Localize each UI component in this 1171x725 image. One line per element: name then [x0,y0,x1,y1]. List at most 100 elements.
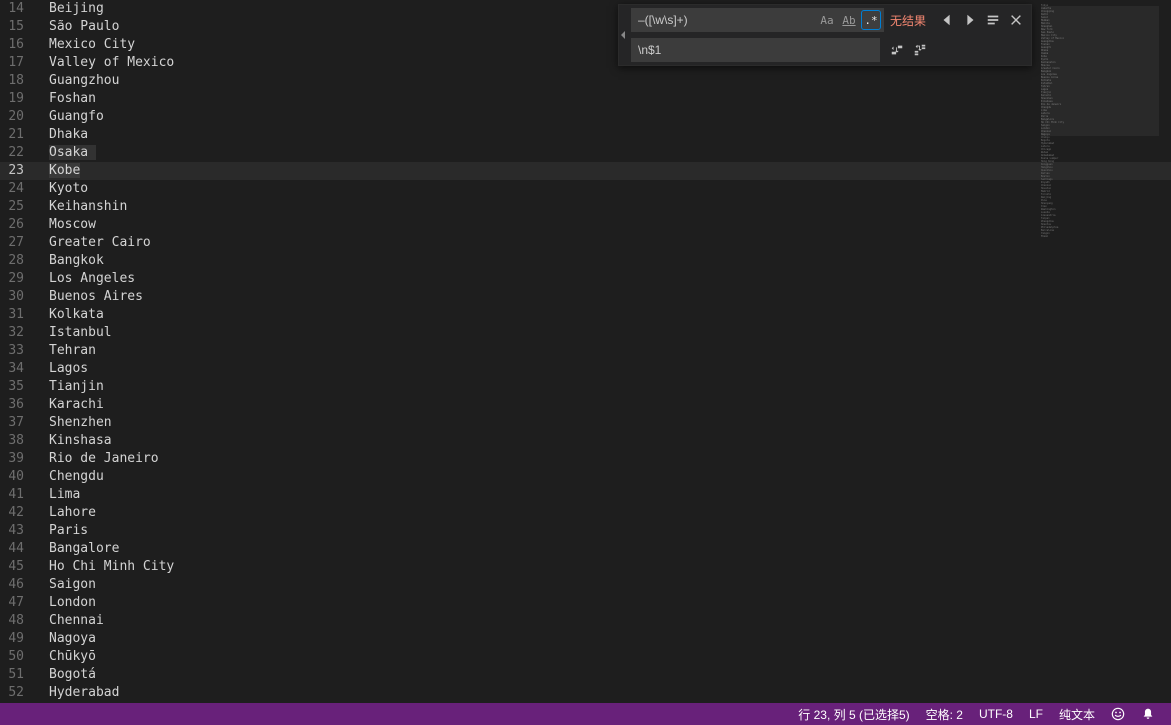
line-content: Buenos Aires [38,288,143,306]
editor-line[interactable]: 41Lima [0,486,1171,504]
editor-line[interactable]: 39Rio de Janeiro [0,450,1171,468]
editor-line[interactable]: 52Hyderabad [0,684,1171,702]
editor-line[interactable]: 43Paris [0,522,1171,540]
widget-resize-sash[interactable] [619,5,627,65]
editor-line[interactable]: 50Chūkyō [0,648,1171,666]
editor-line[interactable]: 40Chengdu [0,468,1171,486]
notifications-icon[interactable] [1133,707,1163,721]
line-content: Tehran [38,342,96,360]
line-number: 34 [0,360,38,378]
editor-line[interactable]: 18Guangzhou [0,72,1171,90]
status-encoding[interactable]: UTF-8 [971,707,1021,721]
line-content: London [38,594,96,612]
editor-area[interactable]: 14Beijing15São Paulo16Mexico City17Valle… [0,0,1171,703]
line-number: 18 [0,72,38,90]
editor-line[interactable]: 32Istanbul [0,324,1171,342]
editor-line[interactable]: 51Bogotá [0,666,1171,684]
line-number: 46 [0,576,38,594]
next-match-button[interactable] [959,9,981,31]
use-regex-toggle[interactable]: .* [861,10,881,30]
line-content: Bangkok [38,252,104,270]
line-number: 24 [0,180,38,198]
line-content: Rio de Janeiro [38,450,159,468]
line-content: Los Angeles [38,270,135,288]
editor-line[interactable]: 19Foshan [0,90,1171,108]
editor-line[interactable]: 48Chennai [0,612,1171,630]
line-number: 33 [0,342,38,360]
previous-match-button[interactable] [936,9,958,31]
line-number: 20 [0,108,38,126]
line-number: 15 [0,18,38,36]
editor-line[interactable]: 45Ho Chi Minh City [0,558,1171,576]
editor-line[interactable]: 21Dhaka [0,126,1171,144]
line-number: 40 [0,468,38,486]
line-content: Chūkyō [38,648,96,666]
feedback-icon[interactable] [1103,707,1133,721]
editor-line[interactable]: 38Kinshasa [0,432,1171,450]
status-language[interactable]: 纯文本 [1051,706,1103,723]
line-number: 36 [0,396,38,414]
line-content: Lima [38,486,80,504]
line-content: Kolkata [38,306,104,324]
status-indent[interactable]: 空格: 2 [918,706,971,723]
status-bar: 行 23, 列 5 (已选择5) 空格: 2 UTF-8 LF 纯文本 [0,703,1171,725]
editor-line[interactable]: 25Keihanshin [0,198,1171,216]
line-number: 44 [0,540,38,558]
line-number: 49 [0,630,38,648]
line-content: Chengdu [38,468,104,486]
editor-line[interactable]: 37Shenzhen [0,414,1171,432]
line-content: Saigon [38,576,96,594]
editor-line[interactable]: 49Nagoya [0,630,1171,648]
editor-line[interactable]: 42Lahore [0,504,1171,522]
line-content: Paris [38,522,88,540]
editor-line[interactable]: 31Kolkata [0,306,1171,324]
editor-line[interactable]: 28Bangkok [0,252,1171,270]
status-eol[interactable]: LF [1021,707,1051,721]
line-number: 14 [0,0,38,18]
line-content: Karachi [38,396,104,414]
editor-line[interactable]: 36Karachi [0,396,1171,414]
replace-input[interactable] [631,38,880,62]
find-input[interactable] [632,10,815,30]
editor-line[interactable]: 20Guangfo [0,108,1171,126]
line-number: 27 [0,234,38,252]
editor-line[interactable]: 44Bangalore [0,540,1171,558]
line-number: 26 [0,216,38,234]
line-number: 37 [0,414,38,432]
editor-line[interactable]: 24Kyoto [0,180,1171,198]
line-number: 52 [0,684,38,702]
line-content: São Paulo [38,18,119,36]
line-content: Ho Chi Minh City [38,558,174,576]
line-number: 38 [0,432,38,450]
line-number: 42 [0,504,38,522]
editor-line[interactable]: 47London [0,594,1171,612]
replace-all-button[interactable] [909,39,931,61]
editor-line[interactable]: 35Tianjin [0,378,1171,396]
editor-line[interactable]: 26Moscow [0,216,1171,234]
match-case-toggle[interactable]: Aa [817,10,837,30]
line-content: Moscow [38,216,96,234]
replace-one-button[interactable] [886,39,908,61]
line-content: Valley of Mexico [38,54,174,72]
line-content: Shenzhen [38,414,112,432]
line-content: Mexico City [38,36,135,54]
find-in-selection-button[interactable] [982,9,1004,31]
match-whole-word-toggle[interactable]: Ab [839,10,859,30]
editor-line[interactable]: 33Tehran [0,342,1171,360]
line-number: 23 [0,162,38,180]
editor-line[interactable]: 22Osaka [0,144,1171,162]
line-content: Osaka [38,144,96,162]
line-content: Keihanshin [38,198,127,216]
status-ln-col[interactable]: 行 23, 列 5 (已选择5) [790,706,917,723]
editor-line[interactable]: 34Lagos [0,360,1171,378]
close-find-button[interactable] [1005,9,1027,31]
line-number: 16 [0,36,38,54]
editor-line[interactable]: 27Greater Cairo [0,234,1171,252]
editor-line[interactable]: 46Saigon [0,576,1171,594]
editor-line[interactable]: 23Kobe [0,162,1171,180]
line-number: 45 [0,558,38,576]
editor-line[interactable]: 30Buenos Aires [0,288,1171,306]
editor-line[interactable]: 29Los Angeles [0,270,1171,288]
line-content: Tianjin [38,378,104,396]
line-content: Beijing [38,0,104,18]
